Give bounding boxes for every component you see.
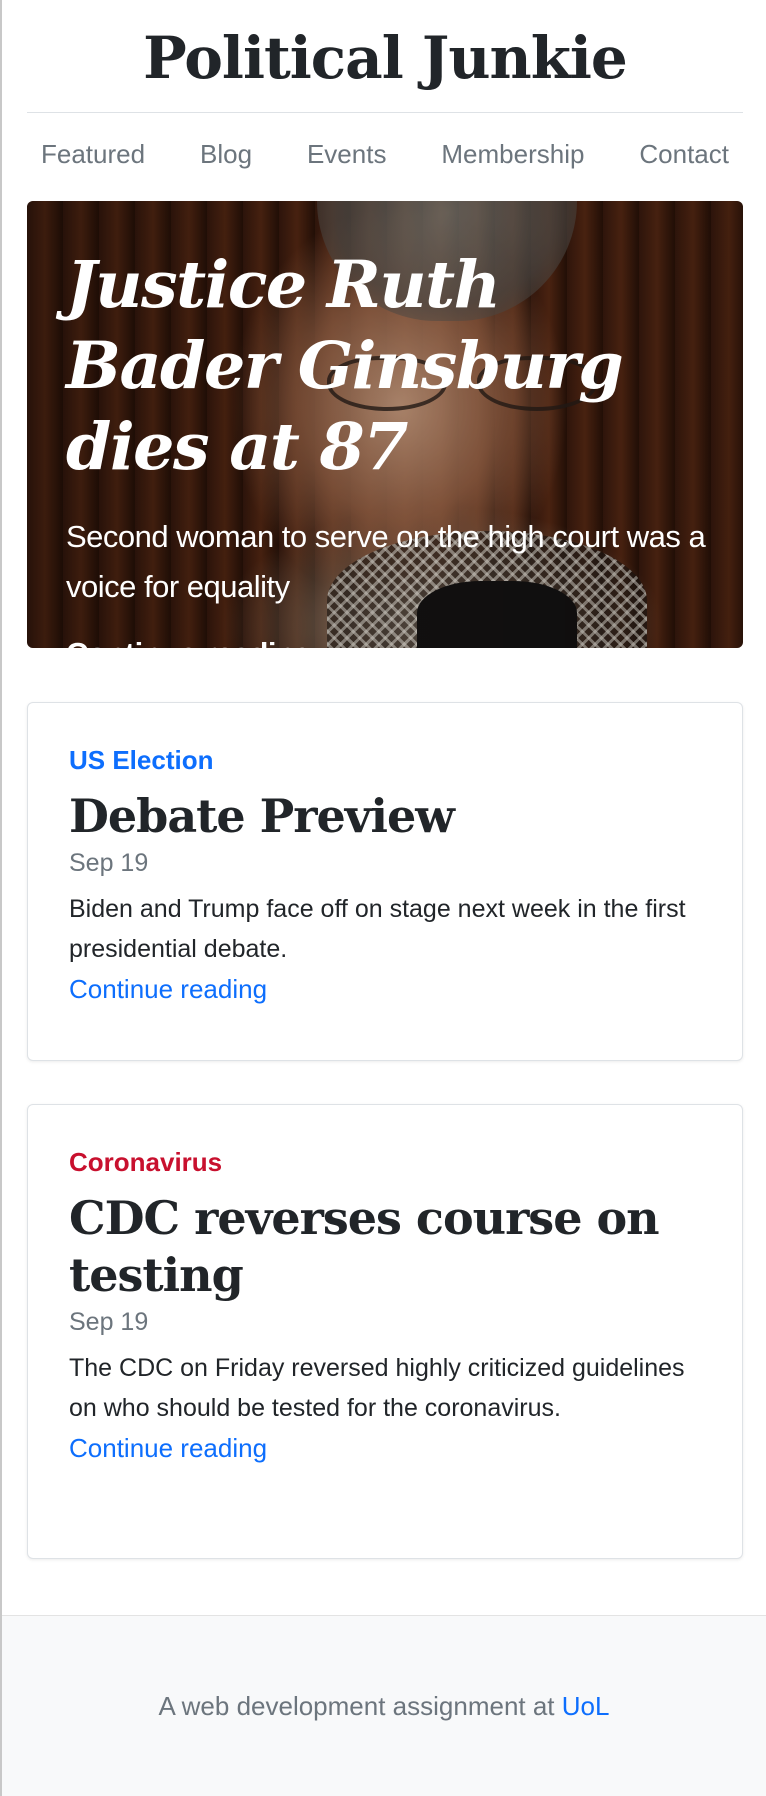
hero-content: Justice Ruth Bader Ginsburg dies at 87 S… [66,245,713,648]
nav-item-membership[interactable]: Membership [441,139,584,170]
nav-item-contact[interactable]: Contact [639,139,729,170]
footer-text: A web development assignment at UoL [159,1691,610,1722]
main-nav: Featured Blog Events Membership Contact [27,128,743,180]
post-excerpt: Biden and Trump face off on stage next w… [69,895,686,963]
footer-label: A web development assignment at [158,1690,562,1721]
page-left-border [0,0,2,1796]
post-card: US Election Debate Preview Sep 19 Biden … [27,702,743,1061]
footer-uol-link[interactable]: UoL [562,1691,610,1721]
post-date: Sep 19 [69,849,149,877]
nav-item-featured[interactable]: Featured [41,139,145,170]
post-continue-reading-link[interactable]: Continue reading [69,969,267,1009]
post-title: Debate Preview [69,789,455,843]
hero-title: Justice Ruth Bader Ginsburg dies at 87 [66,247,624,485]
post-card: Coronavirus CDC reverses course on testi… [27,1104,743,1559]
post-category: US Election [69,745,214,775]
nav-item-blog[interactable]: Blog [200,139,252,170]
post-continue-reading-link[interactable]: Continue reading [69,1428,267,1468]
hero-continue-reading-link[interactable]: Continue reading... [66,636,338,648]
nav-item-events[interactable]: Events [307,139,387,170]
masthead: Political Junkie [27,0,743,113]
hero-banner: Justice Ruth Bader Ginsburg dies at 87 S… [27,201,743,648]
site-footer: A web development assignment at UoL [2,1615,766,1796]
post-excerpt: The CDC on Friday reversed highly critic… [69,1354,685,1422]
post-title: CDC reverses course on testing [69,1191,660,1302]
site-title-link[interactable]: Political Junkie [143,24,628,92]
hero-lead: Second woman to serve on the high court … [66,519,706,604]
post-date: Sep 19 [69,1308,149,1336]
post-category: Coronavirus [69,1147,223,1177]
